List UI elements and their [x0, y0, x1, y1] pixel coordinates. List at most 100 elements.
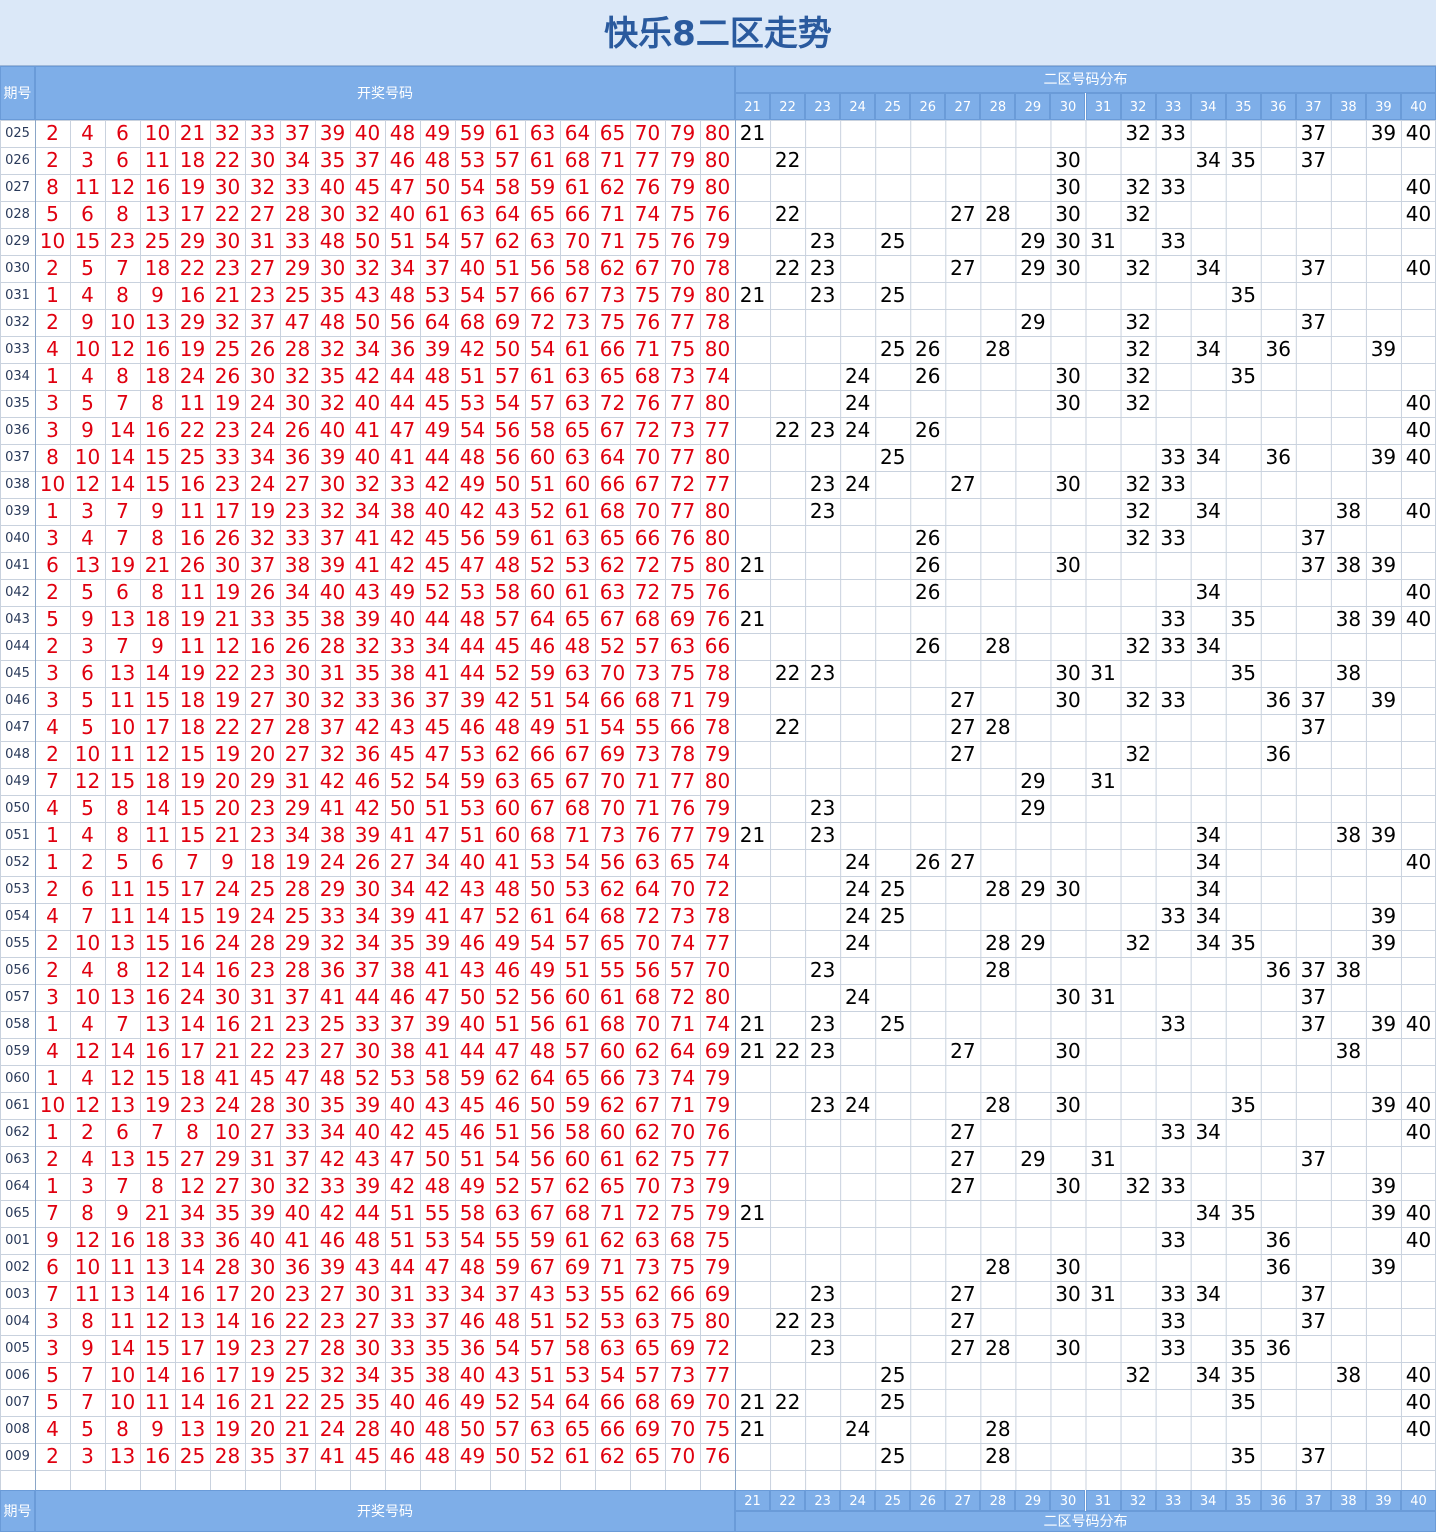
draw-number: 6 [81, 202, 94, 226]
draw-number: 73 [634, 661, 661, 685]
draw-number: 11 [144, 823, 171, 847]
draw-number: 71 [599, 1255, 626, 1279]
zone-hit: 27 [950, 1282, 976, 1306]
header-zone-number: 27 [945, 93, 981, 120]
draw-number: 54 [424, 769, 451, 793]
draw-number: 1 [46, 850, 59, 874]
draw-number: 16 [249, 634, 276, 658]
draw-number: 30 [249, 364, 276, 388]
draw-number: 14 [179, 958, 206, 982]
draw-number: 59 [459, 769, 486, 793]
draw-number: 39 [354, 1093, 381, 1117]
draw-number: 70 [634, 445, 661, 469]
draw-number: 11 [179, 391, 206, 415]
draw-number: 7 [46, 1201, 59, 1225]
draw-number: 33 [249, 121, 276, 145]
draw-number: 65 [564, 418, 591, 442]
zone-hit: 31 [1090, 985, 1116, 1009]
draw-number: 46 [459, 715, 486, 739]
draw-number: 61 [599, 1147, 626, 1171]
zone-hit: 30 [1055, 148, 1081, 172]
draw-number: 61 [529, 364, 556, 388]
draw-number: 15 [144, 1147, 171, 1171]
draw-number: 11 [109, 904, 136, 928]
draw-number: 44 [354, 1201, 381, 1225]
footer-zone-number: 30 [1050, 1490, 1086, 1511]
draw-number: 71 [599, 1201, 626, 1225]
draw-number: 71 [599, 229, 626, 253]
draw-number: 63 [494, 1201, 521, 1225]
zone-hit: 29 [1020, 229, 1046, 253]
footer-zone-number: 37 [1295, 1490, 1331, 1511]
draw-number: 21 [249, 1012, 276, 1036]
draw-number: 31 [249, 229, 276, 253]
draw-number: 24 [214, 931, 241, 955]
zone-hit: 30 [1055, 1336, 1081, 1360]
zone-hit: 22 [774, 661, 801, 685]
draw-number: 24 [249, 472, 276, 496]
draw-number: 69 [599, 742, 626, 766]
draw-number: 71 [669, 688, 696, 712]
zone-hit: 25 [879, 1390, 906, 1414]
draw-number: 1 [46, 823, 59, 847]
draw-number: 3 [46, 391, 59, 415]
draw-number: 18 [179, 148, 206, 172]
draw-number: 13 [144, 1012, 171, 1036]
zone-hit: 33 [1160, 445, 1186, 469]
draw-number: 76 [669, 526, 696, 550]
draw-number: 42 [354, 715, 381, 739]
draw-number: 43 [494, 499, 521, 523]
draw-number: 75 [669, 337, 696, 361]
draw-number: 39 [424, 931, 451, 955]
draw-number: 48 [529, 1039, 556, 1063]
draw-number: 63 [599, 1336, 626, 1360]
period-cell: 035 [5, 396, 30, 411]
draw-number: 70 [634, 121, 661, 145]
zone-hit: 28 [985, 1093, 1011, 1117]
draw-number: 34 [389, 877, 416, 901]
draw-number: 5 [46, 1363, 59, 1387]
draw-number: 16 [179, 1282, 206, 1306]
zone-hit: 25 [879, 445, 906, 469]
draw-number: 62 [599, 1444, 626, 1468]
draw-number: 54 [424, 229, 451, 253]
draw-number: 28 [214, 1255, 241, 1279]
draw-number: 56 [494, 445, 521, 469]
draw-number: 48 [319, 229, 346, 253]
draw-number: 11 [109, 877, 136, 901]
draw-number: 6 [151, 850, 164, 874]
header-zone-number: 30 [1050, 93, 1086, 120]
zone-hit: 37 [1300, 1309, 1327, 1333]
draw-number: 10 [74, 337, 101, 361]
draw-number: 71 [634, 337, 661, 361]
zone-hit: 39 [1370, 1201, 1397, 1225]
draw-number: 23 [249, 661, 276, 685]
draw-number: 47 [389, 1147, 416, 1171]
draw-number: 66 [599, 472, 626, 496]
draw-number: 66 [564, 202, 591, 226]
period-cell: 006 [5, 1368, 30, 1383]
draw-number: 12 [144, 742, 171, 766]
draw-number: 44 [389, 391, 416, 415]
zone-hit: 23 [809, 1093, 836, 1117]
zone-hit: 39 [1370, 607, 1397, 631]
draw-number: 72 [529, 310, 556, 334]
zone-hit: 34 [1195, 904, 1221, 928]
draw-number: 70 [599, 796, 626, 820]
draw-number: 10 [109, 1390, 136, 1414]
zone-hit: 34 [1195, 877, 1221, 901]
draw-number: 63 [564, 445, 591, 469]
draw-number: 61 [564, 337, 591, 361]
zone-hit: 40 [1405, 1093, 1432, 1117]
draw-number: 75 [669, 1255, 696, 1279]
draw-number: 44 [389, 364, 416, 388]
draw-number: 72 [634, 418, 661, 442]
zone-hit: 25 [879, 877, 906, 901]
draw-number: 14 [144, 904, 171, 928]
zone-hit: 40 [1405, 1417, 1432, 1441]
draw-number: 35 [319, 364, 346, 388]
draw-number: 48 [564, 634, 591, 658]
draw-number: 35 [354, 661, 381, 685]
draw-number: 38 [389, 958, 416, 982]
header-zone-number: 32 [1120, 93, 1156, 120]
